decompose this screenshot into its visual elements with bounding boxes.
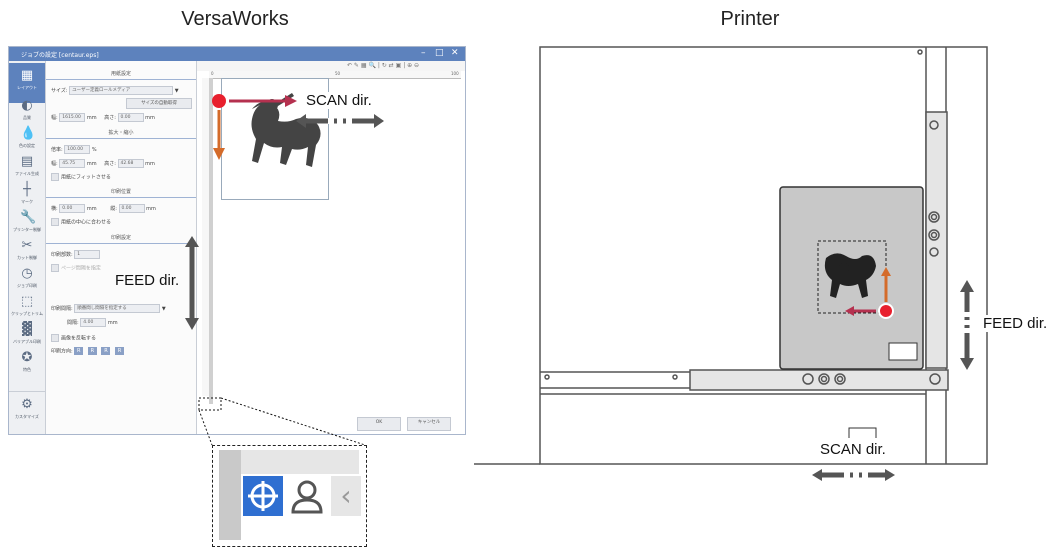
feed-double-arrow-left (185, 236, 199, 330)
feed-double-arrow-right (960, 280, 974, 370)
feed-arrowhead-left (213, 148, 225, 160)
carriage-label-plate (888, 342, 918, 361)
chevron-left-icon[interactable]: ‹ (331, 476, 361, 516)
zoom-source-box (198, 397, 222, 411)
scan-arrowhead-left (285, 95, 297, 107)
zoom-inset: ‹ (212, 445, 367, 547)
annotation-overlay (185, 46, 988, 481)
feed-dir-label-left: FEED dir. (115, 272, 180, 289)
scan-double-arrow-right (812, 469, 895, 481)
scan-dir-label-right: SCAN dir. (820, 441, 886, 458)
scan-double-arrow-left (296, 114, 384, 128)
printer-origin-dot (878, 303, 894, 319)
feed-dir-label-right: FEED dir. (983, 315, 1048, 332)
origin-tool-button[interactable] (243, 476, 283, 516)
user-tool-button[interactable] (287, 476, 327, 516)
scan-dir-label-left: SCAN dir. (306, 92, 372, 109)
user-icon (291, 480, 323, 514)
scan-bracket (848, 427, 877, 438)
crosshair-icon (248, 481, 278, 511)
origin-dot (212, 94, 226, 108)
